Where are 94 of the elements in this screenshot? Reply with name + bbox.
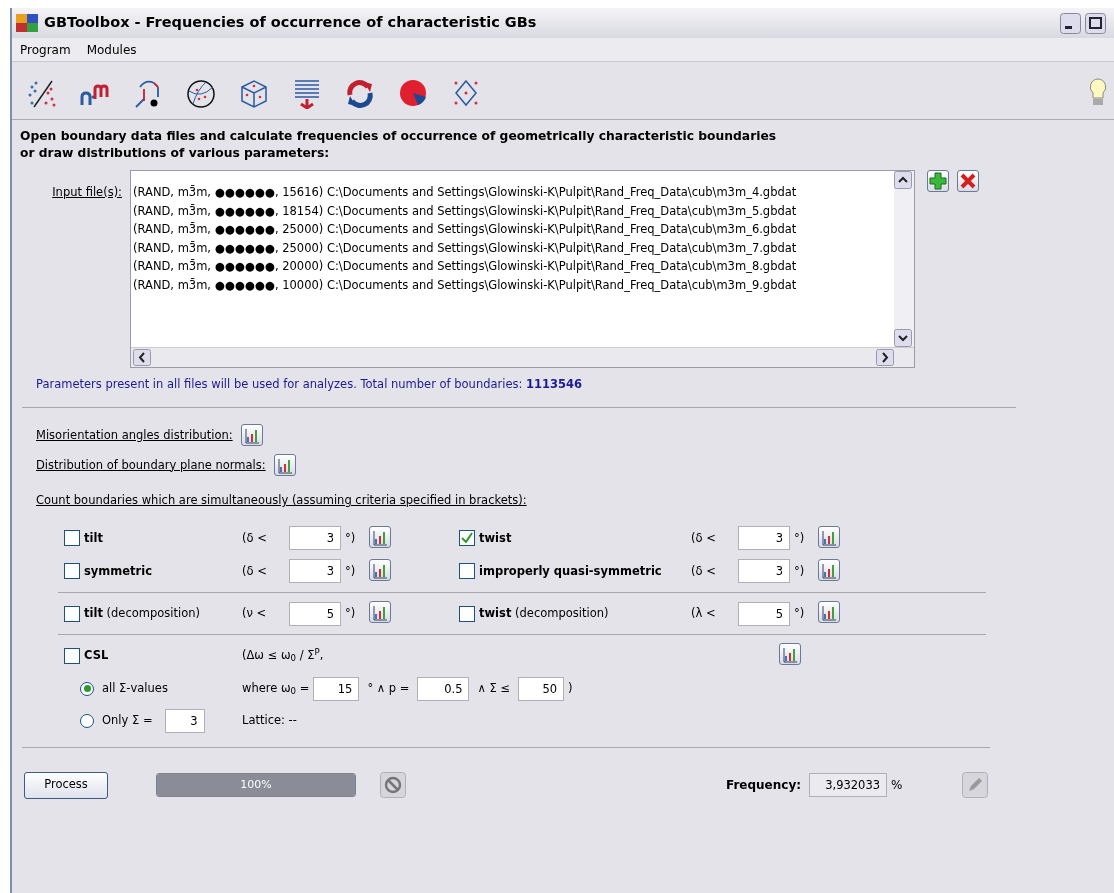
bracket-text: (ν < (242, 605, 268, 622)
chart-button[interactable] (369, 558, 391, 581)
p-input[interactable]: 0.5 (417, 676, 470, 701)
file-entry[interactable]: (RAND, m3̄m, ●●●●●●, 20000) C:\Documents and Settings\Glowinski-K\Pulpit\Rand_Freq_Data\cub\m3m_8.gbdat (133, 257, 894, 276)
bar-chart-icon (372, 603, 388, 621)
bracket-text: (δ < (691, 529, 717, 547)
file-entry[interactable]: (RAND, m3̄m, ●●●●●●, 10000) C:\Documents and Settings\Glowinski-K\Pulpit\Rand_Freq_Data\cub\m3m_9.gbdat (133, 275, 894, 294)
checkbox[interactable] (64, 605, 80, 622)
process-button[interactable]: Process (24, 771, 108, 799)
file-entry[interactable]: (RAND, m3̄m, ●●●●●●, 15616) C:\Documents and Settings\Glowinski-K\Pulpit\Rand_Freq_Data\cub\m3m_4.gbdat (133, 183, 894, 202)
sigma-input[interactable]: 3 (164, 708, 205, 733)
window-title: GBToolbox - Frequencies of occurrence of characteristic GBs (44, 13, 537, 33)
checkbox[interactable] (459, 563, 475, 580)
file-entry[interactable]: (RAND, m3̄m, ●●●●●●, 18154) C:\Documents and Settings\Glowinski-K\Pulpit\Rand_Freq_Data\cub\m3m_5.gbdat (133, 201, 894, 220)
file-list[interactable] (130, 170, 915, 368)
chart-button[interactable] (779, 643, 802, 666)
degree-text: °) (344, 562, 357, 580)
checkbox[interactable] (64, 563, 80, 580)
bar-chart-icon (782, 645, 799, 664)
bar-chart-icon (276, 456, 293, 475)
frequency-field[interactable]: 3,932033 (809, 773, 888, 797)
radio-label: all Σ-values (102, 679, 168, 697)
file-entry[interactable]: (RAND, m3̄m, ●●●●●●, 25000) C:\Documents and Settings\Glowinski-K\Pulpit\Rand_Freq_Data\cub\m3m_7.gbdat (133, 238, 894, 257)
plus-icon (929, 172, 947, 190)
cancel-icon[interactable] (380, 772, 406, 798)
bracket-text: (δ < (242, 529, 268, 547)
menu-item[interactable]: Program (20, 40, 71, 59)
degree-text: °) (793, 605, 806, 622)
degree-text: °) (344, 605, 357, 622)
criterion-label: twist (decomposition) (479, 605, 609, 622)
degree-text: °) (344, 529, 357, 547)
minimize-icon[interactable] (1060, 12, 1081, 34)
count-label: Count boundaries which are simultaneously (assuming criteria specified in brackets): (36, 492, 528, 510)
bracket-text: ) (568, 679, 573, 697)
angle-input[interactable]: 3 (738, 559, 790, 584)
frequency-label: Frequency: (726, 777, 802, 794)
chart-button[interactable] (818, 558, 840, 581)
angle-input[interactable]: 3 (289, 526, 341, 551)
angle-input[interactable]: 3 (289, 559, 341, 584)
add-file-button[interactable] (927, 170, 949, 192)
radio-label: Only Σ = (102, 711, 153, 729)
bracket-text: (λ < (691, 605, 717, 622)
where-text: where ω$_{0}$ = (242, 679, 310, 698)
bar-chart-icon (243, 426, 260, 445)
app-logo-icon (16, 14, 38, 32)
criterion-label: improperly quasi-symmetric (479, 562, 662, 580)
scroll-down-icon[interactable] (894, 329, 912, 347)
distribution-label: Misorientation angles distribution: (36, 426, 233, 444)
maximize-icon[interactable] (1085, 12, 1106, 34)
summary-text: Parameters present in all files will be used for analyzes. Total number of boundaries: 1113546 (35, 376, 584, 393)
chart-button[interactable] (369, 525, 391, 548)
close-icon (959, 172, 977, 190)
bracket-text: (δ < (242, 562, 268, 580)
check-icon (461, 532, 473, 545)
input-files-label: Input file(s): (51, 184, 122, 201)
chart-button[interactable] (818, 601, 840, 623)
chart-button[interactable] (818, 525, 840, 548)
p-text: ° ∧ p = (367, 679, 410, 697)
progress-text: 100% (240, 776, 272, 793)
criterion-label: tilt (84, 529, 103, 547)
omega-input[interactable]: 15 (313, 676, 360, 701)
scroll-left-icon[interactable] (133, 349, 151, 366)
intro-text: Open boundary data files and calculate frequencies of occurrence of geometrically characteristic boundaries or draw distributions of various parameters: (19, 128, 778, 162)
radio-button[interactable] (80, 681, 94, 696)
angle-input[interactable]: 5 (738, 601, 790, 626)
checkbox[interactable] (459, 605, 475, 622)
degree-text: °) (793, 529, 806, 547)
checkbox[interactable] (64, 647, 80, 664)
criterion-label: tilt (decomposition) (84, 605, 200, 622)
chart-button[interactable] (273, 454, 296, 477)
checkbox[interactable] (64, 530, 80, 547)
chart-button[interactable] (369, 601, 391, 623)
criterion-label: twist (479, 529, 512, 547)
scroll-right-icon[interactable] (876, 349, 894, 366)
bracket-text: (δ < (691, 562, 717, 580)
remove-file-button[interactable] (957, 170, 979, 192)
csl-formula: (Δω ≤ ω$_{0}$ / Σ$^{P}$, (242, 647, 324, 665)
sigma-max-input[interactable]: 50 (518, 676, 565, 701)
csl-label: CSL (84, 647, 109, 665)
angle-input[interactable]: 5 (289, 601, 341, 626)
unit-text: % (891, 777, 903, 794)
file-entry[interactable]: (RAND, m3̄m, ●●●●●●, 25000) C:\Documents and Settings\Glowinski-K\Pulpit\Rand_Freq_Data\cub\m3m_6.gbdat (133, 220, 894, 239)
chart-button[interactable] (240, 424, 263, 447)
checkbox[interactable] (459, 530, 475, 547)
degree-text: °) (793, 562, 806, 580)
sigma-max-text: ∧ Σ ≤ (477, 679, 511, 697)
lattice-text: Lattice: -- (242, 711, 297, 729)
angle-input[interactable]: 3 (738, 526, 790, 551)
bar-chart-icon (821, 603, 837, 621)
radio-button[interactable] (80, 713, 94, 728)
menu-item[interactable]: Modules (86, 40, 137, 59)
criterion-label: symmetric (84, 562, 153, 580)
distribution-label: Distribution of boundary plane normals: (36, 456, 266, 474)
scroll-up-icon[interactable] (894, 171, 912, 189)
